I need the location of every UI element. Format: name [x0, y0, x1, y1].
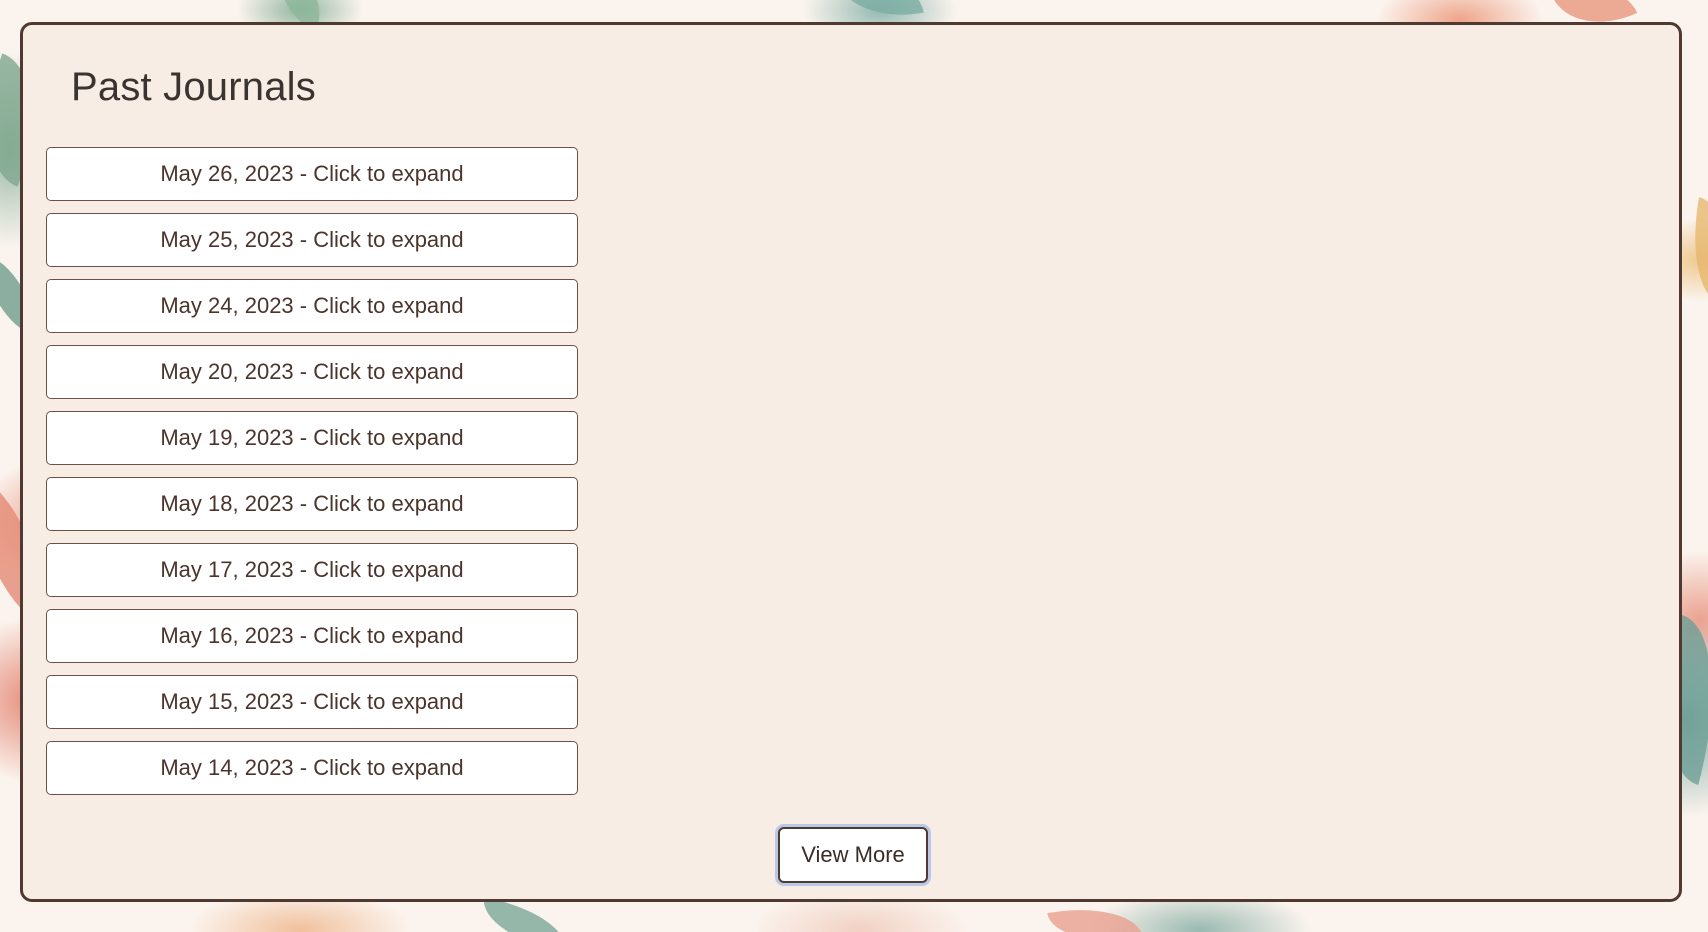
- list-item: May 17, 2023 - Click to expand: [46, 543, 578, 597]
- list-item: May 18, 2023 - Click to expand: [46, 477, 578, 531]
- list-item: May 26, 2023 - Click to expand: [46, 147, 578, 201]
- list-item: May 14, 2023 - Click to expand: [46, 741, 578, 795]
- journal-entry-button[interactable]: May 18, 2023 - Click to expand: [46, 477, 578, 531]
- leaf-decoration: [477, 897, 573, 932]
- journal-list: May 26, 2023 - Click to expand May 25, 2…: [46, 147, 578, 807]
- past-journals-panel: Past Journals May 26, 2023 - Click to ex…: [20, 22, 1682, 902]
- journal-entry-button[interactable]: May 20, 2023 - Click to expand: [46, 345, 578, 399]
- list-item: May 20, 2023 - Click to expand: [46, 345, 578, 399]
- journal-entry-button[interactable]: May 25, 2023 - Click to expand: [46, 213, 578, 267]
- list-item: May 25, 2023 - Click to expand: [46, 213, 578, 267]
- view-more-button[interactable]: View More: [778, 827, 928, 883]
- journal-entry-button[interactable]: May 24, 2023 - Click to expand: [46, 279, 578, 333]
- journal-entry-button[interactable]: May 15, 2023 - Click to expand: [46, 675, 578, 729]
- journal-entry-button[interactable]: May 17, 2023 - Click to expand: [46, 543, 578, 597]
- list-item: May 19, 2023 - Click to expand: [46, 411, 578, 465]
- list-item: May 15, 2023 - Click to expand: [46, 675, 578, 729]
- journal-entry-button[interactable]: May 14, 2023 - Click to expand: [46, 741, 578, 795]
- journal-entry-button[interactable]: May 19, 2023 - Click to expand: [46, 411, 578, 465]
- list-item: May 24, 2023 - Click to expand: [46, 279, 578, 333]
- leaf-decoration: [1047, 897, 1143, 932]
- list-item: May 16, 2023 - Click to expand: [46, 609, 578, 663]
- journal-entry-button[interactable]: May 16, 2023 - Click to expand: [46, 609, 578, 663]
- leaf-decoration: [1681, 197, 1708, 303]
- journal-entry-button[interactable]: May 26, 2023 - Click to expand: [46, 147, 578, 201]
- page-title: Past Journals: [71, 65, 316, 109]
